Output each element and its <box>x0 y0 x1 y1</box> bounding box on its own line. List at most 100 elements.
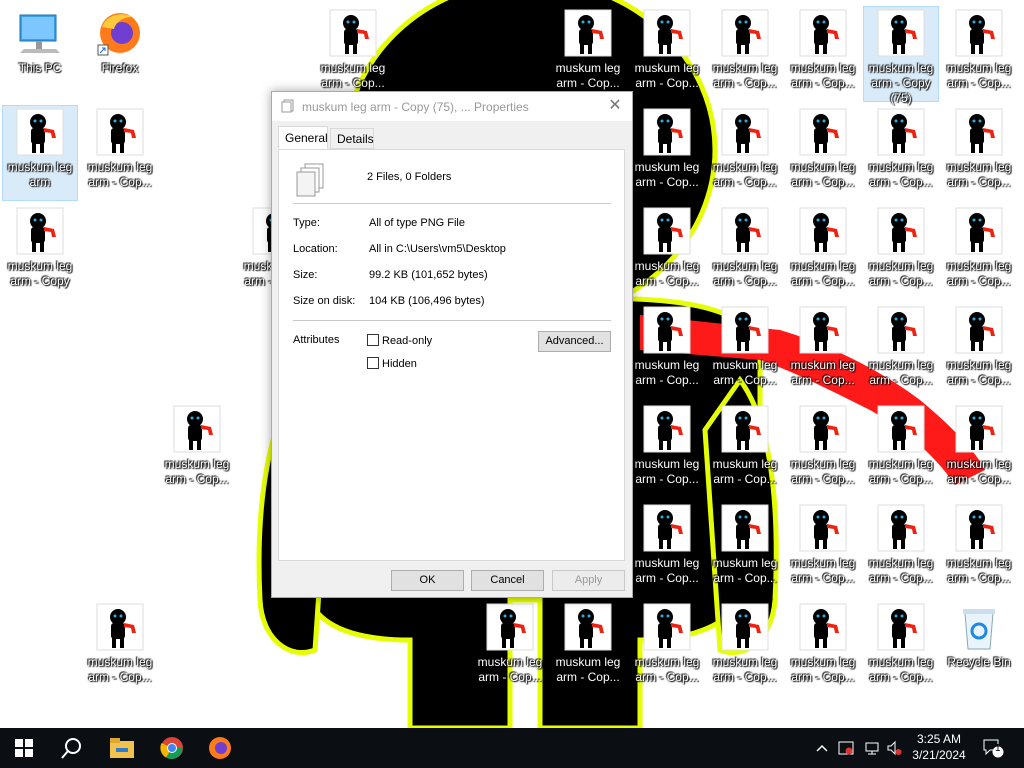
desktop-file-icon[interactable]: muskum leg arm - Cop... <box>629 402 705 498</box>
volume-tray-button[interactable] <box>884 728 904 768</box>
image-file-icon <box>721 306 769 354</box>
cancel-button[interactable]: Cancel <box>471 570 544 591</box>
desktop-file-icon[interactable]: muskum leg arm - Cop... <box>941 105 1017 201</box>
size-on-disk-label: Size on disk: <box>293 295 356 307</box>
desktop-file-icon[interactable]: muskum leg arm - Cop... <box>82 600 158 696</box>
desktop-file-icon[interactable]: muskum leg arm - Cop... <box>629 6 705 102</box>
desktop-file-icon[interactable]: muskum leg arm - Cop... <box>785 105 861 201</box>
desktop-file-icon[interactable]: muskum leg arm <box>2 105 78 201</box>
notification-count: 1 <box>995 743 1001 754</box>
search-button[interactable] <box>48 728 96 768</box>
hidden-label[interactable]: Hidden <box>382 358 417 370</box>
image-file-icon <box>877 108 925 156</box>
show-hidden-icons-button[interactable] <box>814 728 830 768</box>
file-explorer-button[interactable] <box>98 728 146 768</box>
desktop-file-icon[interactable]: muskum leg arm - Cop... <box>707 600 783 696</box>
desktop-file-icon[interactable]: muskum leg arm - Cop... <box>629 501 705 597</box>
clock[interactable]: 3:25 AM 3/21/2024 <box>906 731 972 763</box>
desktop-file-icon[interactable]: muskum leg arm - Cop... <box>629 600 705 696</box>
desktop-file-icon[interactable]: muskum leg arm - Cop... <box>315 6 391 102</box>
desktop-file-icon[interactable]: muskum leg arm - Cop... <box>785 303 861 399</box>
image-file-icon <box>643 108 691 156</box>
network-tray-button[interactable] <box>862 728 882 768</box>
desktop-icon-label: muskum leg arm - Cop... <box>946 358 1012 387</box>
image-file-icon <box>877 207 925 255</box>
desktop-icon-label: muskum leg arm - Cop... <box>712 160 778 189</box>
readonly-label[interactable]: Read-only <box>382 335 432 347</box>
desktop-icon-label: muskum leg arm - Cop... <box>712 259 778 288</box>
desktop-file-icon[interactable]: muskum leg arm - Cop... <box>629 105 705 201</box>
desktop-file-icon[interactable]: muskum leg arm - Copy (75) <box>863 6 939 105</box>
network-icon <box>865 742 879 755</box>
desktop-icon-label: muskum leg arm - Cop... <box>868 457 934 486</box>
security-tray-button[interactable] <box>836 728 856 768</box>
tab-general[interactable]: General <box>278 126 328 149</box>
desktop-file-icon[interactable]: muskum leg arm - Cop... <box>863 600 939 696</box>
desktop-file-icon[interactable]: muskum leg arm - Cop... <box>941 204 1017 300</box>
desktop-file-icon[interactable]: muskum leg arm - Cop... <box>550 600 626 696</box>
desktop-file-icon[interactable]: muskum leg arm - Cop... <box>707 6 783 102</box>
firefox-taskbar-button[interactable] <box>196 728 244 768</box>
desktop-icon-label: muskum leg arm - Cop... <box>790 61 856 90</box>
security-warning-icon <box>838 741 854 755</box>
desktop-file-icon[interactable]: muskum leg arm - Cop... <box>82 105 158 201</box>
image-file-icon <box>955 306 1003 354</box>
desktop-file-icon[interactable]: muskum leg arm - Cop... <box>785 204 861 300</box>
start-button[interactable] <box>0 728 48 768</box>
recycle-bin-shortcut[interactable]: Recycle Bin <box>941 600 1017 696</box>
desktop-file-icon[interactable]: muskum leg arm - Cop... <box>863 402 939 498</box>
image-file-icon <box>643 9 691 57</box>
desktop-file-icon[interactable]: muskum leg arm - Cop... <box>941 501 1017 597</box>
desktop-file-icon[interactable]: muskum leg arm - Cop... <box>941 303 1017 399</box>
desktop-file-icon[interactable]: muskum leg arm - Cop... <box>707 105 783 201</box>
desktop-file-icon[interactable]: muskum leg arm - Cop... <box>863 105 939 201</box>
desktop-file-icon[interactable]: muskum leg arm - Cop... <box>785 501 861 597</box>
desktop-icon-label: muskum leg arm - Cop... <box>634 160 700 189</box>
desktop-file-icon[interactable]: muskum leg arm - Copy <box>2 204 78 300</box>
desktop-icon-label: muskum leg arm - Cop... <box>634 358 700 387</box>
desktop-file-icon[interactable]: muskum leg arm - Cop... <box>863 501 939 597</box>
advanced-button[interactable]: Advanced... <box>538 331 611 352</box>
desktop-file-icon[interactable]: muskum leg arm - Cop... <box>785 6 861 102</box>
desktop-file-icon[interactable]: muskum leg arm - Cop... <box>707 501 783 597</box>
desktop-icon-label: muskum leg arm - Cop... <box>555 655 621 684</box>
desktop-file-icon[interactable]: muskum leg arm - Cop... <box>629 204 705 300</box>
desktop-file-icon[interactable]: muskum leg arm - Cop... <box>707 204 783 300</box>
chrome-icon <box>160 737 183 759</box>
readonly-checkbox[interactable] <box>367 334 379 346</box>
desktop-file-icon[interactable]: muskum leg arm - Cop... <box>785 600 861 696</box>
image-file-icon <box>955 108 1003 156</box>
action-center-button[interactable]: 1 <box>978 728 1008 768</box>
close-button[interactable]: ✕ <box>598 92 632 121</box>
desktop-file-icon[interactable]: muskum leg arm - Cop... <box>941 6 1017 102</box>
desktop-icon-label: muskum leg arm - Cop... <box>946 61 1012 90</box>
image-file-icon <box>721 504 769 552</box>
desktop-file-icon[interactable]: muskum leg arm - Cop... <box>863 303 939 399</box>
image-file-icon <box>643 603 691 651</box>
image-file-icon <box>877 9 925 57</box>
ok-button[interactable]: OK <box>391 570 464 591</box>
desktop-file-icon[interactable]: muskum leg arm - Cop... <box>785 402 861 498</box>
image-file-icon <box>96 108 144 156</box>
apply-button[interactable]: Apply <box>552 570 625 591</box>
image-file-icon <box>721 207 769 255</box>
size-on-disk-value: 104 KB (106,496 bytes) <box>369 295 485 307</box>
desktop-icon-label: muskum leg arm - Cop... <box>712 556 778 585</box>
desktop-file-icon[interactable]: muskum leg arm - Cop... <box>472 600 548 696</box>
firefox-shortcut[interactable]: Firefox <box>82 6 158 102</box>
desktop-file-icon[interactable]: muskum leg arm - Cop... <box>863 204 939 300</box>
tab-details[interactable]: Details <box>330 128 374 149</box>
desktop-file-icon[interactable]: muskum leg arm - Cop... <box>159 402 235 498</box>
chrome-button[interactable] <box>148 728 196 768</box>
dialog-titlebar[interactable]: muskum leg arm - Copy (75), ... Properti… <box>272 92 632 121</box>
this-pc-shortcut[interactable]: This PC <box>2 6 78 102</box>
desktop-file-icon[interactable]: muskum leg arm - Cop... <box>629 303 705 399</box>
desktop-file-icon[interactable]: muskum leg arm - Cop... <box>707 303 783 399</box>
desktop-file-icon[interactable]: muskum leg arm - Cop... <box>550 6 626 102</box>
search-icon <box>61 738 81 759</box>
desktop-file-icon[interactable]: muskum leg arm - Cop... <box>941 402 1017 498</box>
desktop-file-icon[interactable]: muskum leg arm - Cop... <box>707 402 783 498</box>
image-file-icon <box>955 9 1003 57</box>
hidden-checkbox[interactable] <box>367 357 379 369</box>
desktop-icon-label: muskum leg arm - Cop... <box>712 61 778 90</box>
